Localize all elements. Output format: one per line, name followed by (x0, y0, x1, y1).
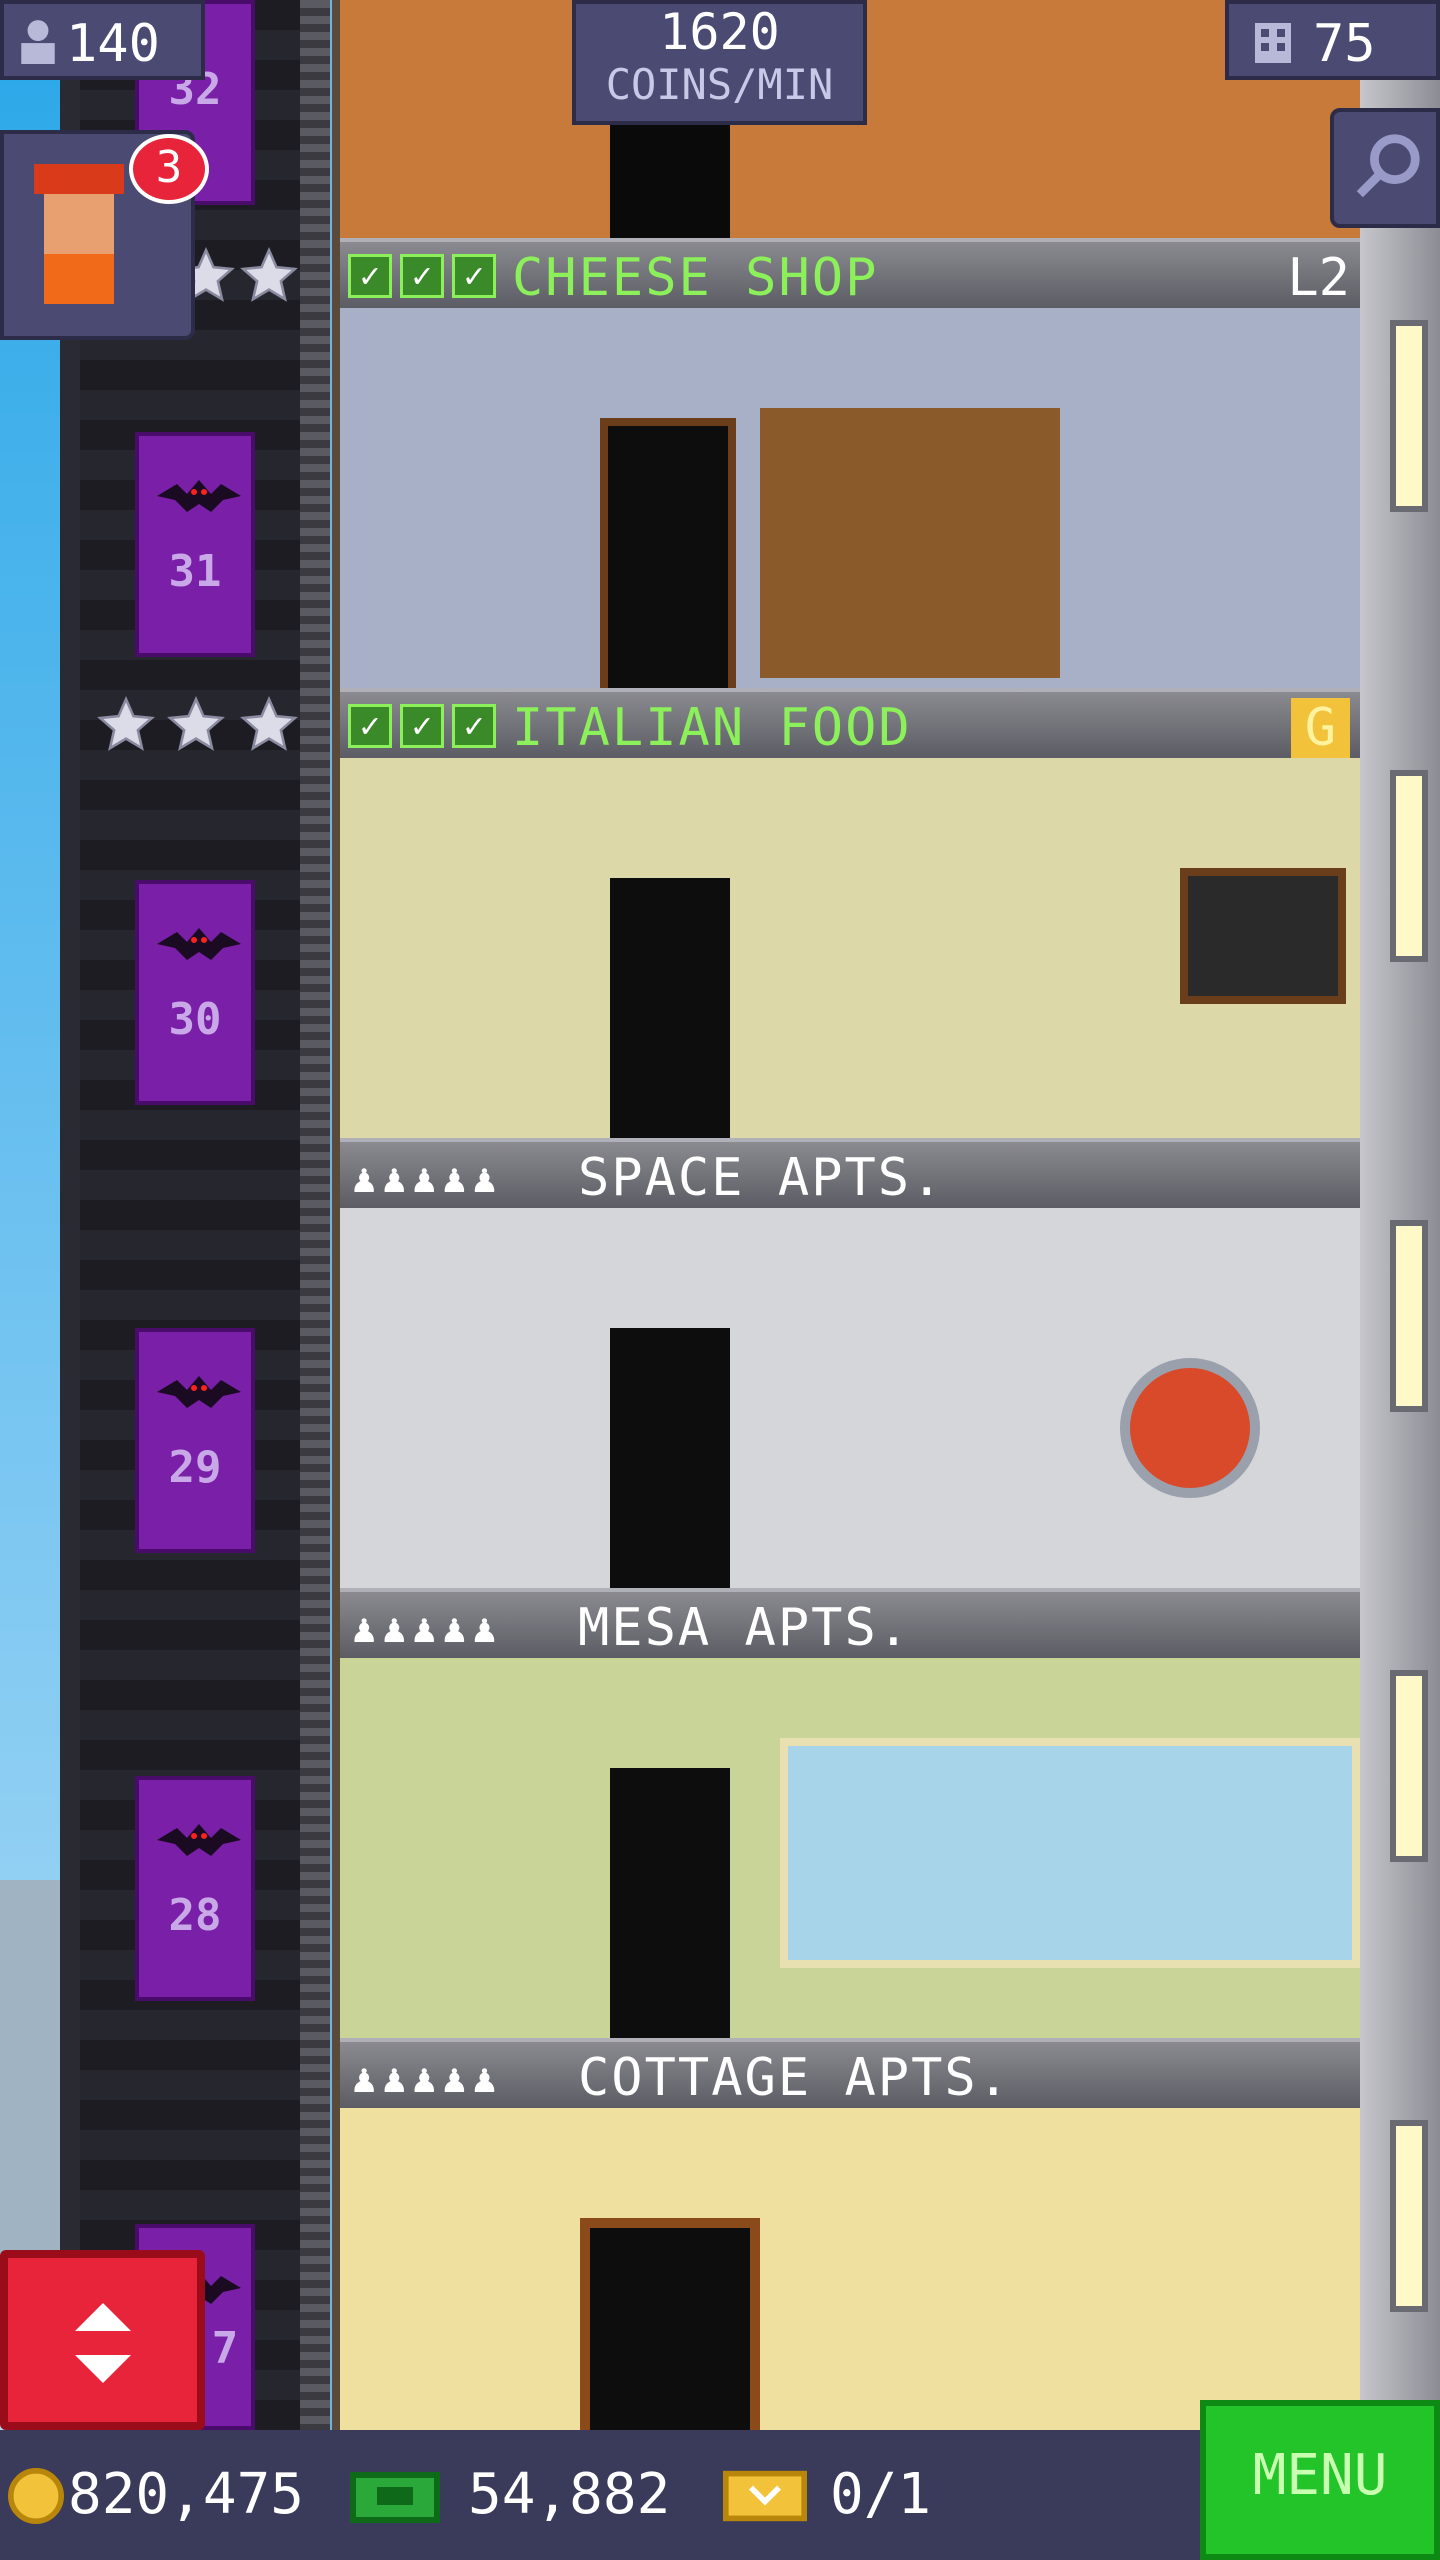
bat-icon (157, 928, 241, 960)
star-icon (97, 695, 155, 751)
window (1390, 1220, 1428, 1412)
check-icon: ✓ (400, 704, 444, 748)
window (1390, 320, 1428, 512)
star-checks: ✓ ✓ ✓ (348, 254, 496, 298)
porthole (1120, 1358, 1260, 1498)
floor-bar-cottage-apts[interactable]: ♟♟♟♟♟ COTTAGE APTS. (340, 2038, 1360, 2108)
population-value: 140 (66, 14, 160, 74)
elevator-floor-number: 7 (211, 2323, 239, 2374)
bat-icon (157, 1376, 241, 1408)
floor-name: CHEESE SHOP (512, 248, 879, 308)
check-icon: ✓ (452, 254, 496, 298)
elevator-floor-number: 31 (168, 546, 222, 597)
window (780, 1738, 1360, 1968)
elevator-rail (300, 0, 330, 2430)
window (1390, 2120, 1428, 2312)
star-icon (240, 695, 298, 751)
elevator-car-30[interactable]: 30 (135, 880, 255, 1105)
coins-rate-display: 1620 COINS/MIN (572, 0, 867, 125)
floor-bar-space-apts[interactable]: ♟♟♟♟♟ SPACE APTS. (340, 1138, 1360, 1208)
floor-bar-cheese-shop[interactable]: ✓ ✓ ✓ CHEESE SHOP L2 (340, 238, 1360, 308)
door (610, 1328, 730, 1588)
door (610, 878, 730, 1138)
floors-value: 75 (1313, 14, 1376, 74)
floor-name: COTTAGE APTS. (578, 2048, 1011, 2108)
room-italian-food[interactable] (340, 758, 1360, 1138)
notification-badge: 3 (129, 134, 209, 204)
building-icon (1255, 23, 1291, 63)
window (1390, 770, 1428, 962)
population-counter[interactable]: 140 (0, 0, 205, 80)
floor-bar-italian-food[interactable]: ✓ ✓ ✓ ITALIAN FOOD G (340, 688, 1360, 758)
gold-badge[interactable]: G (1290, 698, 1350, 758)
door (580, 2218, 760, 2450)
coins-rate-value: 1620 (659, 3, 780, 61)
bat-icon (157, 1824, 241, 1856)
coins-rate-unit: COINS/MIN (605, 60, 834, 109)
elevator-button[interactable] (0, 2250, 205, 2430)
floor-name: MESA APTS. (578, 1598, 912, 1658)
room-cottage-apts[interactable] (340, 2108, 1360, 2450)
elevator-floor-number: 28 (168, 1890, 222, 1941)
door (610, 120, 730, 238)
door (610, 1768, 730, 2038)
chalkboard (1180, 868, 1346, 1004)
elevator-car-28[interactable]: 28 (135, 1776, 255, 2001)
floor-level: L2 (1287, 248, 1350, 308)
visitor-notification[interactable]: 3 (0, 130, 209, 340)
star-icon (167, 695, 225, 751)
check-icon: ✓ (348, 254, 392, 298)
tickets-value: 0/1 (830, 2462, 932, 2527)
elevator-floor-number: 30 (168, 994, 222, 1045)
door (600, 418, 736, 704)
residents-indicator: ♟♟♟♟♟ (352, 1606, 503, 1652)
check-icon: ✓ (400, 254, 444, 298)
residents-indicator: ♟♟♟♟♟ (352, 2056, 503, 2102)
window (1390, 1670, 1428, 1862)
elevator-car-31[interactable]: 31 (135, 432, 255, 657)
elevator-floor-number: 29 (168, 1442, 222, 1493)
star-checks: ✓ ✓ ✓ (348, 704, 496, 748)
elevator-arrows-icon (75, 2303, 131, 2383)
floor-name: ITALIAN FOOD (512, 698, 912, 758)
coin-icon (8, 2468, 64, 2524)
room-mesa-apts[interactable] (340, 1658, 1360, 2038)
floor-bar-mesa-apts[interactable]: ♟♟♟♟♟ MESA APTS. (340, 1588, 1360, 1658)
check-icon: ✓ (452, 704, 496, 748)
coins-value: 820,475 (68, 2462, 305, 2527)
check-icon: ✓ (348, 704, 392, 748)
star-icon (240, 246, 298, 302)
person-icon (21, 20, 55, 64)
ticket-icon (723, 2470, 807, 2522)
room-cheese-shop[interactable] (340, 308, 1360, 704)
bux-icon (350, 2472, 440, 2523)
shelf (760, 408, 1060, 678)
elevator-car-29[interactable]: 29 (135, 1328, 255, 1553)
search-button[interactable] (1330, 108, 1440, 228)
bat-icon (157, 480, 241, 512)
residents-indicator: ♟♟♟♟♟ (352, 1156, 503, 1202)
bitizen-avatar (34, 164, 124, 314)
menu-button[interactable]: MENU (1200, 2400, 1440, 2560)
floor-name: SPACE APTS. (578, 1148, 945, 1208)
bux-value: 54,882 (468, 2462, 671, 2527)
room-space-apts[interactable] (340, 1208, 1360, 1588)
floors-counter[interactable]: 75 (1225, 0, 1440, 80)
search-icon (1356, 134, 1420, 198)
shaft-wall (80, 0, 300, 2430)
